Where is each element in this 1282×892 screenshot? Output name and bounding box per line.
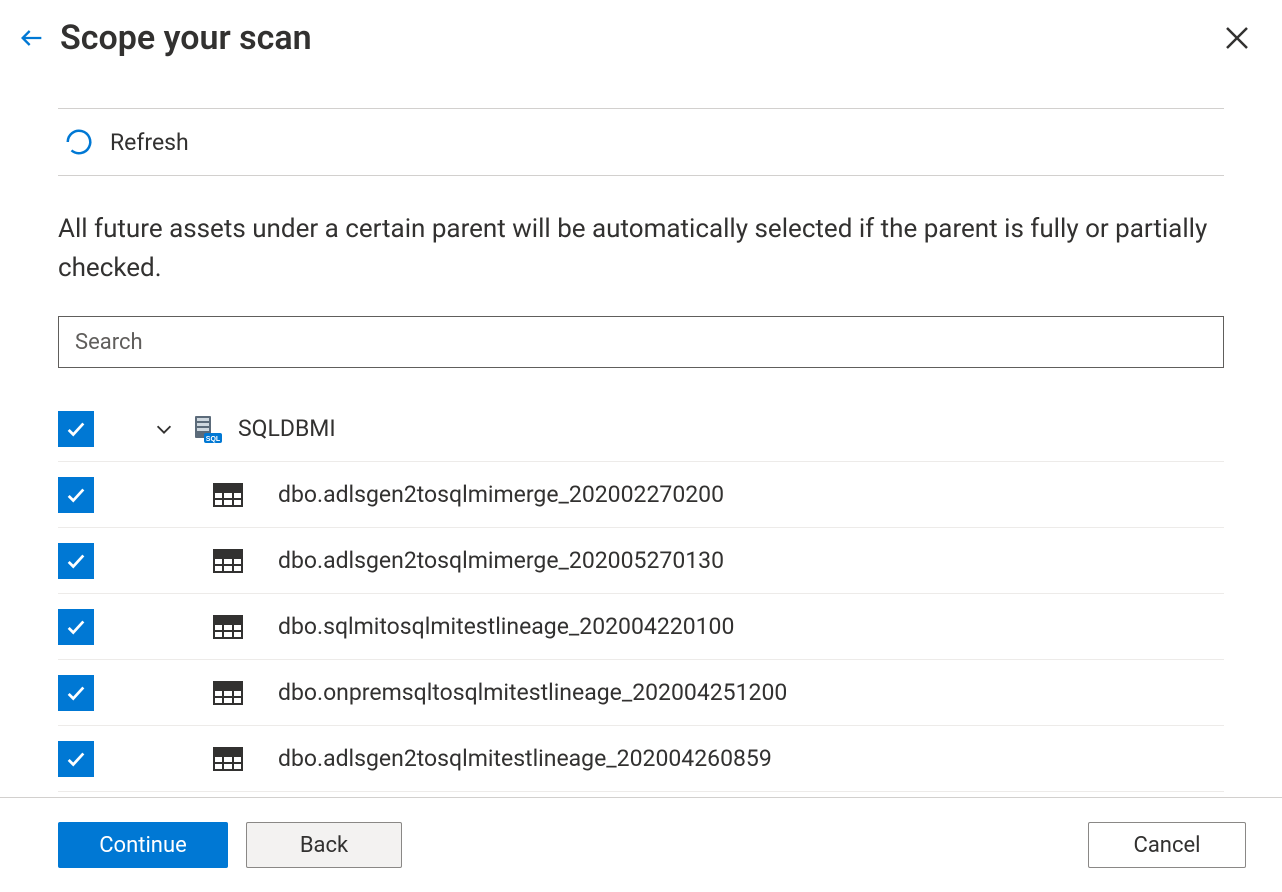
checkbox-root[interactable] [58, 411, 94, 447]
tree-root-label: SQLDBMI [238, 415, 336, 442]
svg-text:SQL: SQL [206, 436, 221, 443]
table-icon [212, 547, 244, 575]
tree-child-label: dbo.sqlmitosqlmitestlineage_202004220100 [278, 613, 734, 640]
tree-root-row[interactable]: SQL SQLDBMI [58, 396, 1224, 462]
toolbar: Refresh [58, 108, 1224, 176]
checkbox-child[interactable] [58, 675, 94, 711]
table-icon [212, 679, 244, 707]
table-icon [212, 613, 244, 641]
refresh-icon[interactable] [64, 127, 94, 157]
tree-child-row[interactable]: dbo.sqlmitosqlmitestlineage_202004220100 [58, 594, 1224, 660]
tree-child-label: dbo.adlsgen2tosqlmimerge_202002270200 [278, 481, 724, 508]
tree-child-label: dbo.adlsgen2tosqlmimerge_202005270130 [278, 547, 724, 574]
table-icon [212, 745, 244, 773]
checkbox-child[interactable] [58, 543, 94, 579]
table-icon [212, 481, 244, 509]
tree-child-row[interactable]: dbo.adlsgen2tosqlmimerge_202005270130 [58, 528, 1224, 594]
description-text: All future assets under a certain parent… [58, 210, 1224, 288]
continue-button[interactable]: Continue [58, 822, 228, 868]
sql-server-icon: SQL [192, 413, 224, 445]
refresh-button-label[interactable]: Refresh [110, 129, 189, 156]
footer: Continue Back Cancel [0, 797, 1282, 892]
chevron-down-icon[interactable] [150, 418, 178, 440]
search-input[interactable] [58, 316, 1224, 368]
scope-tree: SQL SQLDBMI dbo.adlsgen2tosqlmimerge_202 [58, 396, 1224, 812]
tree-child-row[interactable]: dbo.adlsgen2tosqlmimerge_202002270200 [58, 462, 1224, 528]
back-arrow-icon[interactable] [18, 24, 46, 52]
back-button[interactable]: Back [246, 822, 402, 868]
checkbox-child[interactable] [58, 609, 94, 645]
page-title: Scope your scan [60, 18, 1222, 58]
tree-child-label: dbo.onpremsqltosqlmitestlineage_20200425… [278, 679, 787, 706]
close-icon[interactable] [1222, 23, 1252, 53]
tree-child-row[interactable]: dbo.adlsgen2tosqlmitestlineage_202004260… [58, 726, 1224, 792]
checkbox-child[interactable] [58, 477, 94, 513]
tree-child-row[interactable]: dbo.onpremsqltosqlmitestlineage_20200425… [58, 660, 1224, 726]
checkbox-child[interactable] [58, 741, 94, 777]
cancel-button[interactable]: Cancel [1088, 822, 1246, 868]
tree-child-label: dbo.adlsgen2tosqlmitestlineage_202004260… [278, 745, 772, 772]
